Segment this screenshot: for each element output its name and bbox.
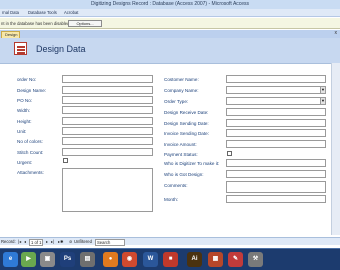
- window-titlebar: Digitizing Designs Record : Database (Ac…: [0, 0, 340, 9]
- urgent-label: Urgent:: [17, 160, 33, 165]
- design-receive-date-field[interactable]: [226, 108, 326, 116]
- options-button[interactable]: Options...: [68, 20, 102, 27]
- unit-label: Unit:: [17, 129, 27, 134]
- order-type-label: Order Type:: [164, 99, 189, 104]
- comments-field[interactable]: [226, 181, 326, 193]
- previous-record-icon[interactable]: ◂: [24, 239, 26, 244]
- tab-design-data[interactable]: Design Data: [1, 31, 20, 43]
- design-sending-date-field[interactable]: [226, 119, 326, 127]
- ribbon-tab-external-data[interactable]: rnal Data: [2, 10, 19, 15]
- new-record-icon[interactable]: ▸✱: [58, 239, 64, 244]
- taskbar-app-icon-1[interactable]: ▶: [21, 252, 36, 267]
- document-tab-strip: Design Data x: [0, 30, 340, 43]
- po-no-field[interactable]: [62, 96, 153, 104]
- no-of-colors-label: No of colors:: [17, 139, 43, 144]
- invoice-amount-label: Invoice Amount:: [164, 142, 197, 147]
- form-title: Design Data: [36, 44, 86, 54]
- attachments-field[interactable]: [62, 168, 153, 212]
- form-icon: [14, 42, 27, 55]
- last-record-icon[interactable]: ▸|: [51, 239, 54, 244]
- chevron-down-icon[interactable]: ▼: [320, 87, 325, 93]
- month-label: Month:: [164, 197, 179, 202]
- no-of-colors-field[interactable]: [62, 137, 153, 145]
- order-no-label: order No:: [17, 77, 37, 82]
- filter-icon: ⊘: [69, 239, 73, 244]
- ribbon-tab-bar: rnal Data Database Tools Acrobat: [0, 9, 340, 17]
- stitch-count-label: Stitch Count:: [17, 150, 44, 155]
- form-header: Design Data: [0, 38, 340, 63]
- order-type-combo[interactable]: ▼: [226, 97, 326, 105]
- window-title: Digitizing Designs Record : Database (Ac…: [90, 1, 250, 7]
- filter-status[interactable]: Unfiltered: [74, 239, 92, 244]
- payment-status-checkbox[interactable]: [227, 151, 232, 156]
- customer-name-field[interactable]: [226, 75, 326, 83]
- record-navigation-bar: Record: |◂ ◂ 1 of 1 ▸ ▸| ▸✱ ⊘ Unfiltered…: [0, 237, 340, 246]
- first-record-icon[interactable]: |◂: [18, 239, 21, 244]
- taskbar-app-icon-8[interactable]: ■: [163, 252, 178, 267]
- got-design-label: Who is Got Design:: [164, 172, 204, 177]
- security-message-bar: nt in the database has been disabled Opt…: [0, 18, 340, 29]
- payment-status-label: Payment Status:: [164, 152, 198, 157]
- next-record-icon[interactable]: ▸: [46, 239, 48, 244]
- chevron-down-icon[interactable]: ▼: [320, 98, 325, 104]
- invoice-amount-field[interactable]: [226, 140, 326, 148]
- vertical-scrollbar[interactable]: [331, 63, 340, 235]
- taskbar-app-icon-5[interactable]: ●: [103, 252, 118, 267]
- taskbar-app-icon-12[interactable]: ⚒: [248, 252, 263, 267]
- comments-label: Comments:: [164, 183, 188, 188]
- digitizer-field[interactable]: [226, 159, 326, 167]
- customer-name-label: Costomer Name:: [164, 77, 199, 82]
- taskbar-app-icon-10[interactable]: ▦: [208, 252, 223, 267]
- taskbar-app-icon-4[interactable]: ▤: [80, 252, 95, 267]
- digitizer-label: Who is Digitizer To make it:: [164, 161, 220, 166]
- invoice-sending-date-label: Invoice Sending Date:: [164, 131, 209, 136]
- urgent-checkbox[interactable]: [63, 158, 68, 163]
- taskbar-app-icon-0[interactable]: e: [3, 252, 18, 267]
- taskbar-app-icon-7[interactable]: W: [143, 252, 158, 267]
- taskbar-app-icon-11[interactable]: ✎: [228, 252, 243, 267]
- width-label: Width:: [17, 108, 31, 113]
- taskbar-app-icon-3[interactable]: Ps: [60, 252, 75, 267]
- order-no-field[interactable]: [62, 75, 153, 83]
- attachments-label: Attachments:: [17, 170, 44, 175]
- stitch-count-field[interactable]: [62, 148, 153, 156]
- got-design-field[interactable]: [226, 170, 326, 178]
- design-name-label: Design Name:: [17, 88, 47, 93]
- ribbon-tab-acrobat[interactable]: Acrobat: [64, 10, 78, 15]
- month-field[interactable]: [226, 195, 326, 203]
- design-name-field[interactable]: [62, 86, 153, 94]
- record-label: Record:: [1, 239, 16, 244]
- security-warning-text: nt in the database has been disabled: [1, 21, 70, 26]
- search-input[interactable]: Search: [95, 239, 125, 246]
- company-name-combo[interactable]: ▼: [226, 86, 326, 94]
- po-no-label: PO No:: [17, 98, 33, 103]
- design-receive-date-label: Design Receive Date:: [164, 110, 209, 115]
- ribbon-tab-database-tools[interactable]: Database Tools: [28, 10, 57, 15]
- taskbar-app-icon-6[interactable]: ◉: [122, 252, 137, 267]
- record-position-field[interactable]: 1 of 1: [29, 239, 44, 246]
- taskbar-app-icon-9[interactable]: Ai: [187, 252, 202, 267]
- design-sending-date-label: Design Sending Date:: [164, 121, 209, 126]
- windows-taskbar: e ▶ ▣ Ps ▤ ● ◉ W ■ Ai ▦ ✎ ⚒: [0, 248, 340, 270]
- unit-field[interactable]: [62, 127, 153, 135]
- invoice-sending-date-field[interactable]: [226, 129, 326, 137]
- form-detail: order No: Design Name: PO No: Width: Hei…: [0, 63, 340, 235]
- height-field[interactable]: [62, 117, 153, 125]
- height-label: Height:: [17, 119, 32, 124]
- company-name-label: Company Name:: [164, 88, 199, 93]
- taskbar-app-icon-2[interactable]: ▣: [40, 252, 55, 267]
- width-field[interactable]: [62, 106, 153, 114]
- close-icon[interactable]: x: [335, 30, 338, 36]
